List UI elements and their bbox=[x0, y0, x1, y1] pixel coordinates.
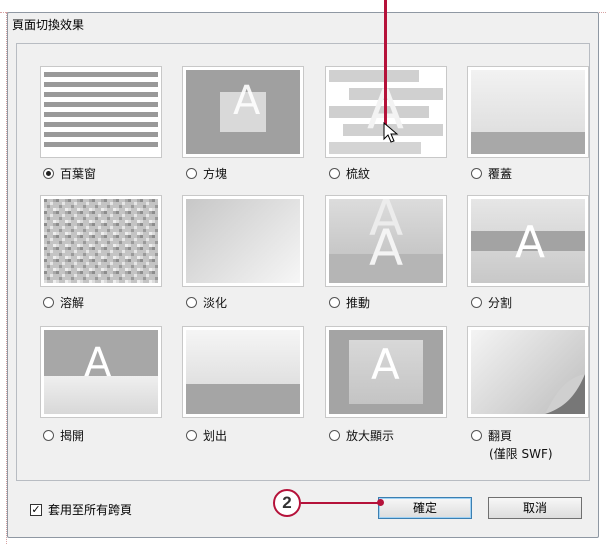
swf-only-note: (僅限 SWF) bbox=[489, 447, 553, 461]
option-label: 翻頁 bbox=[488, 429, 513, 443]
radio-icon[interactable] bbox=[329, 297, 340, 308]
option-label: 分割 bbox=[488, 296, 513, 310]
radio-icon[interactable] bbox=[471, 430, 482, 441]
cancel-button[interactable]: 取消 bbox=[488, 497, 582, 519]
wipe-preview-icon bbox=[186, 384, 300, 414]
option-label: 划出 bbox=[203, 429, 228, 443]
dissolve-preview-icon bbox=[44, 199, 158, 283]
option-label: 淡化 bbox=[203, 296, 228, 310]
thumb-blinds[interactable] bbox=[40, 66, 162, 158]
thumb-split[interactable]: A bbox=[467, 195, 589, 287]
option-label: 推動 bbox=[346, 296, 371, 310]
option-push[interactable]: 推動 bbox=[329, 294, 370, 311]
thumb-dissolve[interactable] bbox=[40, 195, 162, 287]
option-label: 覆蓋 bbox=[488, 167, 513, 181]
option-zoom[interactable]: 放大顯示 bbox=[329, 427, 394, 444]
blinds-preview-icon bbox=[44, 72, 158, 147]
radio-icon[interactable] bbox=[43, 430, 54, 441]
radio-icon[interactable] bbox=[329, 168, 340, 179]
option-split[interactable]: 分割 bbox=[471, 294, 512, 311]
radio-icon[interactable] bbox=[186, 297, 197, 308]
option-wipe[interactable]: 划出 bbox=[186, 427, 227, 444]
option-label: 溶解 bbox=[60, 296, 85, 310]
thumb-wipe[interactable] bbox=[182, 326, 304, 418]
option-uncover[interactable]: 揭開 bbox=[43, 427, 84, 444]
option-blinds[interactable]: 百葉窗 bbox=[43, 165, 96, 182]
preview-letter: A bbox=[233, 78, 261, 124]
callout-connector bbox=[301, 502, 381, 504]
thumb-zoom[interactable]: A bbox=[325, 326, 447, 418]
radio-icon[interactable] bbox=[186, 430, 197, 441]
background-guide-left bbox=[0, 12, 7, 544]
radio-icon[interactable] bbox=[43, 297, 54, 308]
cover-preview-icon bbox=[471, 132, 585, 154]
thumb-fade[interactable] bbox=[182, 195, 304, 287]
dialog-title: 頁面切換效果 bbox=[12, 18, 85, 32]
option-label: 揭開 bbox=[60, 429, 85, 443]
preview-letter: A bbox=[515, 217, 546, 268]
preview-letter: A bbox=[369, 219, 404, 277]
apply-all-label: 套用至所有跨頁 bbox=[48, 503, 133, 517]
page-curl-icon bbox=[545, 374, 585, 414]
option-page-turn[interactable]: 翻頁 bbox=[471, 427, 512, 444]
thumb-page-turn[interactable] bbox=[467, 326, 589, 418]
radio-icon[interactable] bbox=[329, 430, 340, 441]
thumb-box[interactable]: A bbox=[182, 66, 304, 158]
annotation-pointer-line bbox=[384, 0, 387, 126]
checkbox-checked-icon[interactable]: ✓ bbox=[30, 503, 42, 516]
radio-icon[interactable] bbox=[186, 168, 197, 179]
option-box[interactable]: 方塊 bbox=[186, 165, 227, 182]
preview-letter: A bbox=[371, 340, 400, 389]
option-label: 梳紋 bbox=[346, 167, 371, 181]
radio-icon[interactable] bbox=[471, 297, 482, 308]
callout-dot bbox=[377, 499, 384, 506]
option-dissolve[interactable]: 溶解 bbox=[43, 294, 84, 311]
preview-letter: A bbox=[84, 340, 112, 386]
step-callout: 2 bbox=[273, 489, 301, 517]
effects-panel: A A 百葉窗 方塊 梳紋 覆 bbox=[16, 43, 590, 481]
option-comb[interactable]: 梳紋 bbox=[329, 165, 370, 182]
option-label: 百葉窗 bbox=[60, 167, 97, 181]
thumb-cover[interactable] bbox=[467, 66, 589, 158]
thumb-push[interactable]: A A bbox=[325, 195, 447, 287]
apply-all-option[interactable]: ✓ 套用至所有跨頁 bbox=[30, 501, 132, 518]
option-fade[interactable]: 淡化 bbox=[186, 294, 227, 311]
radio-icon[interactable] bbox=[43, 168, 54, 179]
radio-icon[interactable] bbox=[471, 168, 482, 179]
option-label: 方塊 bbox=[203, 167, 228, 181]
ok-button[interactable]: 確定 bbox=[378, 497, 472, 519]
option-label: 放大顯示 bbox=[346, 429, 395, 443]
page-transition-dialog: 頁面切換效果 A 百葉窗 方塊 梳紋 覆蓋 A A A 溶解 淡化 推動 分割 … bbox=[7, 12, 599, 538]
mouse-cursor-icon bbox=[383, 122, 399, 143]
option-cover[interactable]: 覆蓋 bbox=[471, 165, 512, 182]
thumb-uncover[interactable]: A bbox=[40, 326, 162, 418]
